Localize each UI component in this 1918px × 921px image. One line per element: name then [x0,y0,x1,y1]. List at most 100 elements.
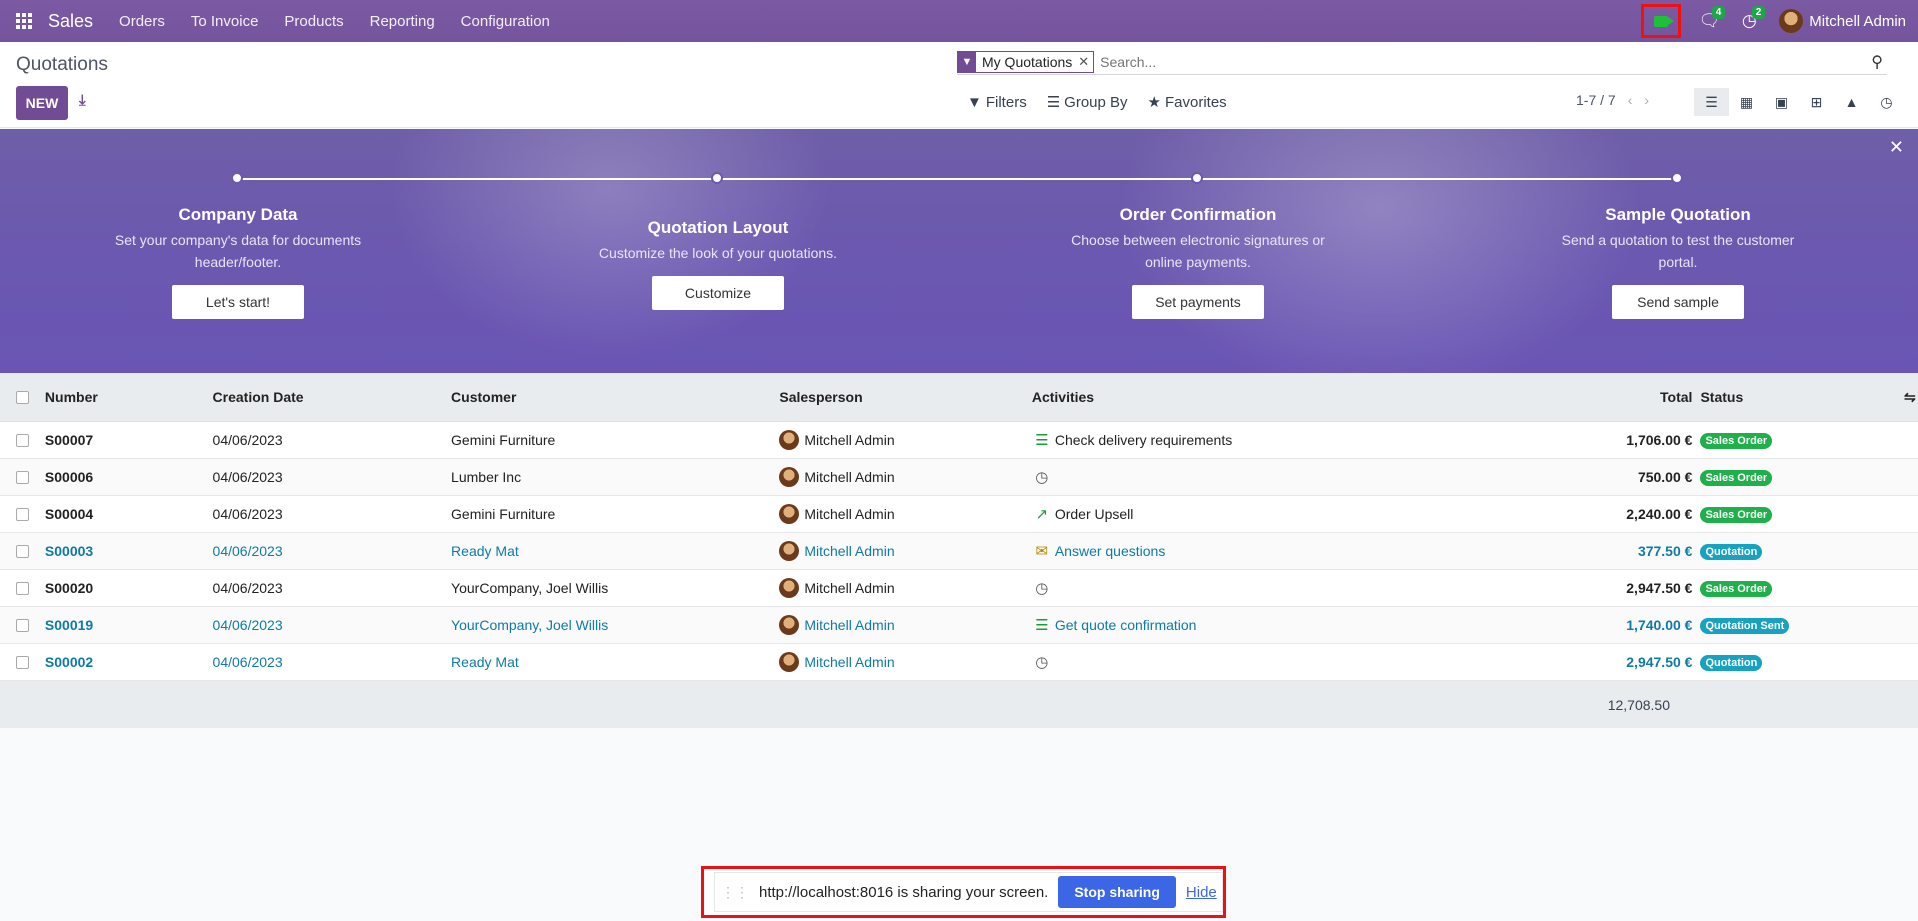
send-sample-button[interactable]: Send sample [1612,285,1744,319]
step-title: Quotation Layout [647,218,789,237]
table-row[interactable]: S00006 04/06/2023 Lumber Inc Mitchell Ad… [0,459,1918,496]
envelope-icon[interactable]: ✉ [1032,542,1052,560]
menu-configuration[interactable]: Configuration [461,13,550,30]
customize-button[interactable]: Customize [652,276,784,310]
set-payments-button[interactable]: Set payments [1132,285,1264,319]
pager-prev-icon[interactable]: ‹ [1628,92,1633,108]
row-activity[interactable]: ☰ Get quote confirmation [1032,616,1445,634]
video-call-button[interactable] [1641,4,1682,38]
column-number[interactable]: Number [45,389,213,405]
row-checkbox[interactable] [15,581,29,595]
column-salesperson[interactable]: Salesperson [779,389,1031,405]
app-menu-icon[interactable] [0,0,48,42]
video-camera-icon [1654,15,1675,27]
search-icon[interactable]: ⚲ [1871,52,1883,72]
close-icon[interactable]: ✕ [1889,137,1904,158]
table-row[interactable]: S00002 04/06/2023 Ready Mat Mitchell Adm… [0,644,1918,681]
facet-close-icon[interactable]: ✕ [1078,54,1093,70]
row-checkbox[interactable] [15,618,29,632]
pager-value[interactable]: 1-7 / 7 [1576,92,1616,108]
row-activity[interactable]: ◷ [1032,579,1445,597]
pivot-view-button[interactable]: ⊞ [1799,88,1834,116]
download-icon[interactable]: ⤓ [79,92,86,109]
row-checkbox[interactable] [15,470,29,484]
row-number: S00019 [44,617,94,633]
select-all-checkbox[interactable] [0,390,45,404]
row-total: 750.00 € [1637,469,1693,485]
optional-columns-icon[interactable]: ⇋ [1904,389,1918,406]
menu-products[interactable]: Products [284,13,343,30]
new-button[interactable]: NEW [16,86,68,120]
row-status: Sales Order [1698,505,1904,523]
activity-view-button[interactable]: ◷ [1869,88,1904,116]
row-checkbox[interactable] [15,544,29,558]
graph-view-button[interactable]: ▲ [1834,88,1869,116]
table-row[interactable]: S00019 04/06/2023 YourCompany, Joel Will… [0,607,1918,644]
search-input[interactable] [1100,53,1872,70]
tasks-icon[interactable]: ☰ [1032,431,1052,449]
groupby-button[interactable]: ☰ Group By [1046,93,1128,112]
pager: 1-7 / 7 ‹ › [1576,92,1649,108]
table-row[interactable]: S00007 04/06/2023 Gemini Furniture Mitch… [0,422,1918,459]
avatar [779,467,800,487]
tasks-icon[interactable]: ☰ [1032,616,1052,634]
row-activity[interactable]: ↗ Order Upsell [1032,505,1445,523]
activity-summary: Answer questions [1054,543,1166,559]
table-row[interactable]: S00003 04/06/2023 Ready Mat Mitchell Adm… [0,533,1918,570]
menu-orders[interactable]: Orders [119,13,165,30]
control-panel: Quotations NEW ⤓ ▼ My Quotations ✕ ⚲ [0,42,1918,128]
avatar [779,652,800,672]
activities-button[interactable]: ◷ 2 [1729,0,1769,42]
row-checkbox[interactable] [15,433,29,447]
column-total[interactable]: Total [1445,389,1698,405]
status-badge: Sales Order [1700,581,1773,597]
favorites-button[interactable]: ★ Favorites [1148,93,1227,112]
row-activity[interactable]: ◷ [1032,468,1445,486]
table-row[interactable]: S00004 04/06/2023 Gemini Furniture Mitch… [0,496,1918,533]
app-title[interactable]: Sales [48,11,93,32]
avatar [1779,9,1804,33]
checkbox[interactable] [15,390,29,404]
row-activity[interactable]: ☰ Check delivery requirements [1032,431,1445,449]
row-activity[interactable]: ✉ Answer questions [1032,542,1445,560]
calendar-icon: ▣ [1774,93,1789,110]
menu-to-invoice[interactable]: To Invoice [191,13,259,30]
stop-sharing-button[interactable]: Stop sharing [1058,876,1176,908]
row-checkbox[interactable] [15,507,29,521]
progress-line [237,178,1677,180]
chart-line-icon[interactable]: ↗ [1032,505,1052,523]
kanban-view-button[interactable]: ▦ [1729,88,1764,116]
status-badge: Sales Order [1700,507,1773,523]
row-number: S00002 [44,654,94,670]
table-footer: 12,708.50 [0,681,1918,728]
row-checkbox[interactable] [15,655,29,669]
column-status[interactable]: Status [1698,389,1904,405]
row-activity[interactable]: ◷ [1032,653,1445,671]
avatar [779,541,800,561]
row-date: 04/06/2023 [212,432,283,448]
menu-reporting[interactable]: Reporting [370,13,435,30]
pager-next-icon[interactable]: › [1644,92,1649,108]
lets-start-button[interactable]: Let's start! [172,285,304,319]
step-dot [231,172,243,184]
user-menu[interactable]: Mitchell Admin [1779,9,1906,33]
clock-icon: ◷ [1880,93,1893,110]
activities-badge: 2 [1751,6,1766,19]
hide-link[interactable]: Hide [1186,884,1217,901]
table-row[interactable]: S00020 04/06/2023 YourCompany, Joel Will… [0,570,1918,607]
clock-icon[interactable]: ◷ [1032,653,1052,671]
row-salesperson: Mitchell Admin [779,504,1031,524]
list-view-button[interactable]: ☰ [1694,88,1729,116]
clock-icon[interactable]: ◷ [1032,468,1052,486]
filters-button[interactable]: ▼ Filters [967,93,1027,111]
activity-summary: Order Upsell [1054,506,1134,522]
column-creation-date[interactable]: Creation Date [213,389,452,405]
clock-icon[interactable]: ◷ [1032,579,1052,597]
layers-icon: ☰ [1046,94,1061,111]
messages-button[interactable]: 🗨 4 [1689,0,1729,42]
calendar-view-button[interactable]: ▣ [1764,88,1799,116]
column-customer[interactable]: Customer [451,389,779,405]
drag-handle-icon[interactable]: ⋮⋮ [721,884,749,901]
column-activities[interactable]: Activities [1032,389,1445,405]
row-total: 1,706.00 € [1626,432,1693,448]
